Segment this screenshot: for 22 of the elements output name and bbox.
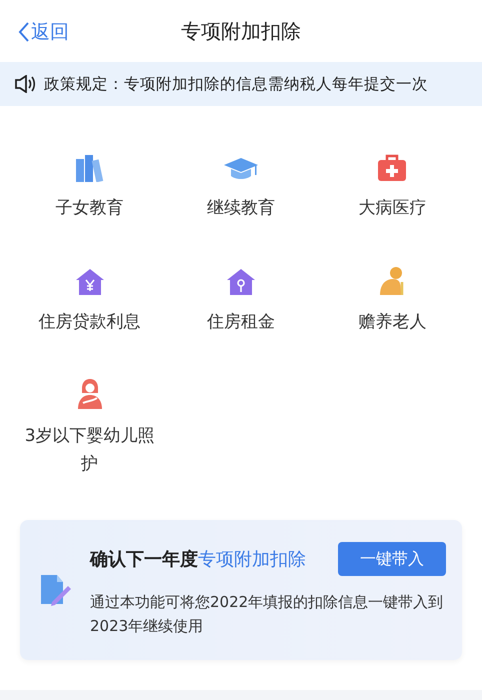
- deduction-category-link[interactable]: 赡养老人: [358, 308, 426, 336]
- card-title: 确认下一年度专项附加扣除: [90, 548, 306, 571]
- books-icon: [74, 154, 106, 182]
- graduation-cap-icon: [222, 156, 259, 182]
- deduction-category-link[interactable]: 继续教育: [206, 194, 275, 222]
- deduction-category-link[interactable]: 住房租金: [206, 308, 275, 336]
- deduction-category-link[interactable]: 住房贷款利息: [38, 308, 141, 336]
- house-key-icon: [226, 268, 256, 296]
- document-pen-icon: [40, 572, 72, 608]
- deduction-category-link[interactable]: 3岁以下婴幼儿照护: [18, 422, 161, 478]
- card-description: 通过本功能可将您2022年填报的扣除信息一键带入到2023年继续使用: [90, 592, 444, 637]
- first-aid-kit-icon: [377, 154, 408, 182]
- deduction-category-link[interactable]: 子女教育: [56, 194, 124, 222]
- house-yuan-icon: [74, 268, 105, 296]
- back-chevron-icon: [18, 22, 29, 42]
- back-link[interactable]: 返回: [18, 19, 69, 45]
- notice-text: 政策规定：专项附加扣除的信息需纳税人每年提交一次: [44, 74, 428, 94]
- speaker-icon: [14, 75, 36, 93]
- deduction-category-link[interactable]: 大病医疗: [358, 194, 426, 222]
- mother-with-baby-icon: [76, 378, 104, 410]
- page-title: 专项附加扣除: [181, 18, 301, 44]
- one-click-import-button[interactable]: 一键带入: [338, 542, 446, 576]
